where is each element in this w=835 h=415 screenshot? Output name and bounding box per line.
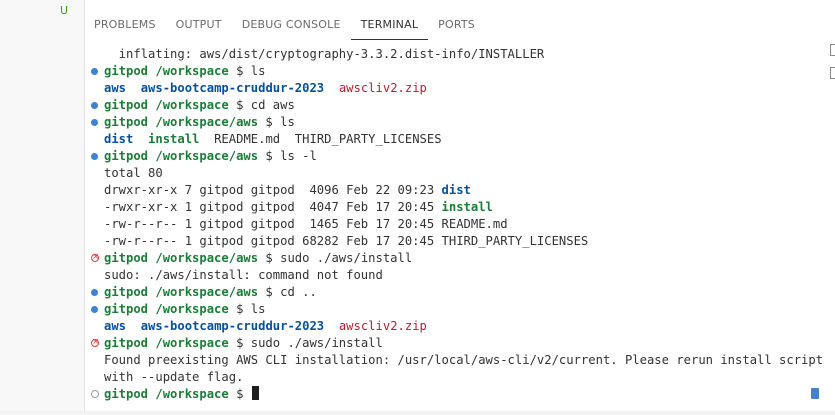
terminal-text: with --update flag. bbox=[104, 370, 244, 384]
terminal-line: -rw-r--r-- 1 gitpod gitpod 1465 Feb 17 2… bbox=[90, 216, 815, 233]
tab-terminal[interactable]: TERMINAL bbox=[350, 18, 429, 40]
status-bar bbox=[0, 411, 835, 415]
command-pending-icon[interactable] bbox=[91, 390, 99, 398]
terminal-list-item-icon[interactable] bbox=[830, 67, 835, 79]
terminal-line: total 80 bbox=[90, 165, 815, 182]
tab-debug-console[interactable]: DEBUG CONSOLE bbox=[232, 18, 351, 40]
terminal-text: aws bbox=[104, 319, 127, 333]
terminal-text: aws-bootcamp-cruddur-2023 bbox=[140, 81, 325, 95]
command-success-icon[interactable] bbox=[91, 68, 98, 75]
prompt-path: gitpod /workspace bbox=[104, 387, 229, 401]
terminal-line: drwxr-xr-x 7 gitpod gitpod 4096 Feb 22 0… bbox=[90, 182, 815, 199]
terminal-text: awscliv2.zip bbox=[338, 319, 427, 333]
explorer-pane: U bbox=[0, 0, 85, 415]
terminal-line: inflating: aws/dist/cryptography-3.3.2.d… bbox=[90, 46, 815, 63]
terminal-text: $ ls bbox=[228, 302, 266, 316]
terminal-text: total 80 bbox=[104, 166, 163, 180]
terminal-text: -rw-r--r-- 1 gitpod gitpod 1465 Feb 17 2… bbox=[104, 217, 508, 231]
command-error-icon[interactable] bbox=[91, 250, 100, 264]
prompt-path: gitpod /workspace bbox=[104, 302, 229, 316]
terminal-line: gitpod /workspace/aws $ cd .. bbox=[90, 284, 815, 301]
terminal-line: gitpod /workspace/aws $ sudo ./aws/insta… bbox=[90, 250, 815, 267]
terminal-text: awscliv2.zip bbox=[338, 81, 427, 95]
terminal-line: aws aws-bootcamp-cruddur-2023 awscliv2.z… bbox=[90, 318, 815, 335]
prompt-path: gitpod /workspace bbox=[104, 336, 229, 350]
terminal-text: $ sudo ./aws/install bbox=[228, 336, 383, 350]
git-untracked-badge: U bbox=[60, 4, 69, 17]
terminal-text: $ ls bbox=[258, 115, 295, 129]
terminal-text: install bbox=[441, 200, 493, 214]
terminal-text: aws-bootcamp-cruddur-2023 bbox=[140, 319, 325, 333]
prompt-path: gitpod /workspace/aws bbox=[104, 115, 259, 129]
terminal-text: aws bbox=[104, 81, 127, 95]
terminal-text: drwxr-xr-x 7 gitpod gitpod 4096 Feb 22 0… bbox=[104, 183, 442, 197]
terminal-line: gitpod /workspace $ sudo ./aws/install bbox=[90, 335, 815, 352]
terminal-line: Found preexisting AWS CLI installation: … bbox=[90, 352, 823, 369]
terminal-text: $ sudo ./aws/install bbox=[258, 251, 413, 265]
terminal-line: gitpod /workspace/aws $ ls bbox=[90, 114, 815, 131]
terminal-line: gitpod /workspace $ bbox=[90, 386, 815, 403]
terminal-text: $ cd aws bbox=[228, 98, 295, 112]
terminal-line: dist install README.md THIRD_PARTY_LICEN… bbox=[90, 131, 815, 148]
terminal-text: $ ls bbox=[228, 64, 266, 78]
prompt-path: gitpod /workspace/aws bbox=[104, 285, 259, 299]
terminal-text: README.md THIRD_PARTY_LICENSES bbox=[199, 132, 442, 146]
prompt-path: gitpod /workspace bbox=[104, 64, 229, 78]
terminal-output[interactable]: inflating: aws/dist/cryptography-3.3.2.d… bbox=[90, 46, 823, 403]
terminal-text: dist bbox=[441, 183, 471, 197]
command-success-icon[interactable] bbox=[91, 153, 98, 160]
command-success-icon[interactable] bbox=[91, 119, 98, 126]
prompt-path: gitpod /workspace bbox=[104, 98, 229, 112]
terminal-text: $ bbox=[228, 387, 251, 401]
terminal-text: Found preexisting AWS CLI installation: … bbox=[104, 353, 824, 367]
tab-problems[interactable]: PROBLEMS bbox=[84, 18, 166, 40]
terminal-text: inflating: aws/dist/cryptography-3.3.2.d… bbox=[104, 47, 545, 61]
prompt-path: gitpod /workspace/aws bbox=[104, 251, 259, 265]
command-error-icon[interactable] bbox=[91, 335, 100, 349]
terminal-text: $ cd .. bbox=[258, 285, 317, 299]
terminal-line: -rw-r--r-- 1 gitpod gitpod 68282 Feb 17 … bbox=[90, 233, 815, 250]
command-success-icon[interactable] bbox=[91, 289, 98, 296]
command-success-icon[interactable] bbox=[91, 102, 98, 109]
terminal-line: -rwxr-xr-x 1 gitpod gitpod 4047 Feb 17 2… bbox=[90, 199, 815, 216]
terminal-text: sudo: ./aws/install: command not found bbox=[104, 268, 383, 282]
terminal-text: dist bbox=[104, 132, 134, 146]
terminal-text: install bbox=[148, 132, 200, 146]
tab-ports[interactable]: PORTS bbox=[428, 18, 485, 40]
command-success-icon[interactable] bbox=[91, 306, 98, 313]
terminal-text: -rw-r--r-- 1 gitpod gitpod 68282 Feb 17 … bbox=[104, 234, 589, 248]
terminal-line: gitpod /workspace $ cd aws bbox=[90, 97, 815, 114]
terminal-line: with --update flag. bbox=[90, 369, 815, 386]
copilot-icon[interactable] bbox=[811, 388, 819, 399]
terminal-line: gitpod /workspace $ ls bbox=[90, 63, 815, 80]
terminal-line: aws aws-bootcamp-cruddur-2023 awscliv2.z… bbox=[90, 80, 815, 97]
terminal-list-item-icon[interactable] bbox=[830, 44, 835, 56]
terminal-cursor bbox=[251, 386, 259, 400]
terminal-line: gitpod /workspace/aws $ ls -l bbox=[90, 148, 815, 165]
terminal-text: -rwxr-xr-x 1 gitpod gitpod 4047 Feb 17 2… bbox=[104, 200, 442, 214]
tab-output[interactable]: OUTPUT bbox=[166, 18, 232, 40]
terminal-line: sudo: ./aws/install: command not found bbox=[90, 267, 815, 284]
panel-tab-bar: PROBLEMS OUTPUT DEBUG CONSOLE TERMINAL P… bbox=[84, 0, 835, 40]
terminal-line: gitpod /workspace $ ls bbox=[90, 301, 815, 318]
prompt-path: gitpod /workspace/aws bbox=[104, 149, 259, 163]
terminal-text: $ ls -l bbox=[258, 149, 317, 163]
